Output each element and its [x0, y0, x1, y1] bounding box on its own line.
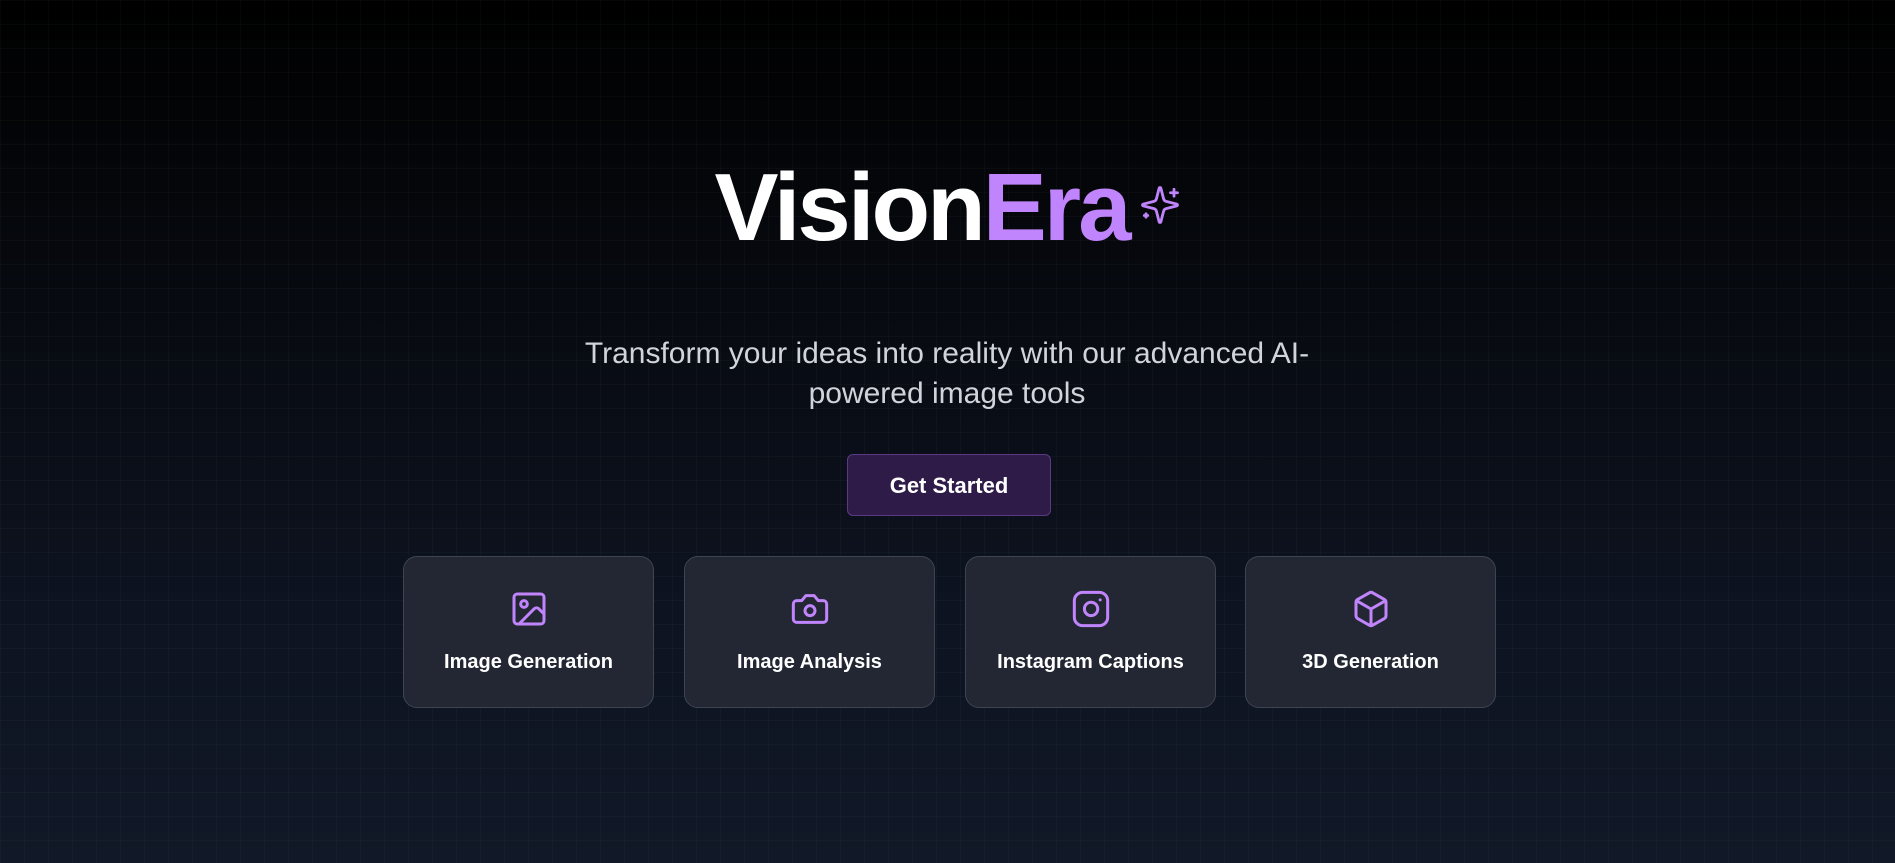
feature-cards: Image Generation Image Analysis Instagra… [403, 556, 1496, 708]
feature-label: Instagram Captions [997, 651, 1184, 673]
get-started-button[interactable]: Get Started [847, 454, 1051, 516]
feature-card-instagram-captions[interactable]: Instagram Captions [965, 556, 1216, 708]
image-icon [512, 592, 546, 626]
feature-card-image-generation[interactable]: Image Generation [403, 556, 654, 708]
hero-section: VisionEra Transform your ideas into real… [0, 0, 1895, 863]
feature-label: Image Analysis [737, 651, 882, 673]
brand-logo: VisionEra [0, 158, 1895, 258]
camera-icon [791, 594, 829, 624]
feature-card-3d-generation[interactable]: 3D Generation [1245, 556, 1496, 708]
brand-name-part-2: Era [982, 154, 1132, 261]
feature-label: 3D Generation [1302, 651, 1439, 673]
feature-label: Image Generation [444, 651, 613, 673]
brand-name-part-1: Vision [714, 154, 985, 261]
cube-icon [1354, 590, 1388, 628]
feature-card-image-analysis[interactable]: Image Analysis [684, 556, 935, 708]
sparkles-icon [1140, 186, 1179, 224]
instagram-icon [1072, 590, 1110, 628]
hero-tagline: Transform your ideas into reality with o… [584, 337, 1310, 410]
